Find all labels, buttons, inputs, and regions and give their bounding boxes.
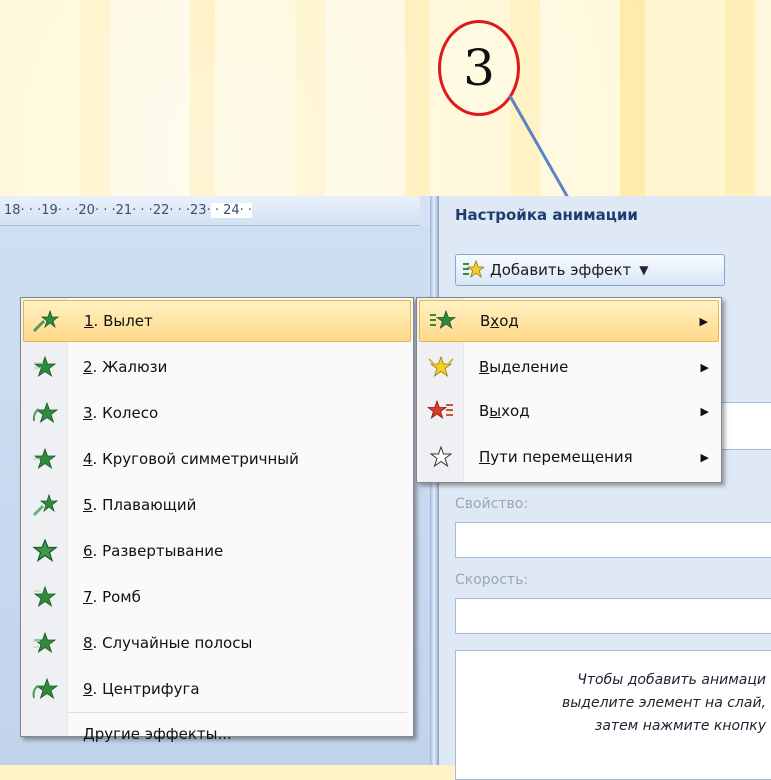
- menu-item-number: 9: [83, 680, 93, 698]
- hint-line-3: затем нажмите кнопку: [594, 718, 766, 734]
- menu-item-number: 6: [83, 542, 93, 560]
- menu-item-motion-paths[interactable]: Пути перемещения ▶: [419, 436, 719, 478]
- step-number-callout: 3: [438, 20, 520, 116]
- menu-item-number: 1: [84, 312, 94, 330]
- ruler-scale-highlight: · 24· ·: [210, 203, 253, 218]
- submenu-arrow-icon: ▶: [700, 404, 709, 418]
- menu-item-number: 2: [83, 358, 93, 376]
- submenu-arrow-icon: ▶: [700, 360, 709, 374]
- more-effects-label: Другие эффекты...: [83, 725, 232, 743]
- add-effect-label: Добавить эффект: [490, 261, 632, 279]
- random-bars-star-icon: [23, 631, 67, 655]
- menu-item-number: 7: [83, 588, 93, 606]
- menu-item-label: . Круговой симметричный: [92, 450, 299, 468]
- entrance-effects-menu: 1. Вылет 2. Жалюзи 3. Колесо 4. Круговой…: [20, 297, 414, 743]
- menu-item-emphasis[interactable]: Выделение ▶: [419, 346, 719, 388]
- property-label: Свойство:: [455, 496, 529, 512]
- menu-item-number: 3: [83, 404, 93, 422]
- add-effect-button[interactable]: Добавить эффект ▼: [455, 254, 725, 286]
- menu-item-expand[interactable]: 6. Развертывание: [23, 530, 411, 572]
- menu-item-number: 5: [83, 496, 93, 514]
- ruler-scale: 18· · ·19· · ·20· · ·21· · ·22· · ·23·: [4, 203, 211, 218]
- expand-star-icon: [23, 539, 67, 563]
- menu-item-label: . Вылет: [93, 312, 153, 330]
- menu-item-random-bars[interactable]: 8. Случайные полосы: [23, 622, 411, 664]
- menu-item-label: . Колесо: [92, 404, 159, 422]
- menu-item-label: . Центрифуга: [92, 680, 200, 698]
- chevron-down-icon: ▼: [639, 263, 649, 277]
- menu-item-spinner[interactable]: 9. Центрифуга: [23, 668, 411, 710]
- hint-line-1: Чтобы добавить анимаци: [577, 672, 766, 688]
- menu-item-circle[interactable]: 4. Круговой симметричный: [23, 438, 411, 480]
- pane-title: Настройка анимации: [455, 206, 638, 224]
- effect-category-menu: Вход ▶ Выделение ▶ Выход ▶ Пути перемеще…: [416, 297, 722, 483]
- submenu-arrow-icon: ▶: [699, 314, 708, 328]
- diamond-star-icon: [23, 585, 67, 609]
- step-number: 3: [463, 39, 495, 97]
- property-field[interactable]: [455, 522, 771, 558]
- menu-item-entrance[interactable]: Вход ▶: [419, 300, 719, 342]
- menu-item-number: 8: [83, 634, 93, 652]
- entrance-star-icon: [420, 310, 464, 332]
- motion-path-star-icon: [419, 445, 463, 469]
- menu-item-label: . Жалюзи: [92, 358, 168, 376]
- wheel-star-icon: [23, 401, 67, 425]
- menu-item-label: . Ромб: [92, 588, 141, 606]
- blinds-star-icon: [23, 355, 67, 379]
- menu-item-label: . Развертывание: [92, 542, 224, 560]
- horizontal-ruler: 18· · ·19· · ·20· · ·21· · ·22· · ·23· ·…: [0, 196, 420, 226]
- speed-field[interactable]: [455, 598, 771, 634]
- animation-hint-box: Чтобы добавить анимаци выделите элемент …: [455, 650, 771, 780]
- add-effect-star-icon: [463, 260, 484, 279]
- menu-item-label: . Плавающий: [92, 496, 197, 514]
- hint-line-2: выделите элемент на слай,: [562, 695, 766, 711]
- menu-item-fly-in[interactable]: 1. Вылет: [23, 300, 411, 342]
- menu-item-wheel[interactable]: 3. Колесо: [23, 392, 411, 434]
- menu-item-more-effects[interactable]: Другие эффекты...: [23, 714, 411, 754]
- circle-star-icon: [23, 447, 67, 471]
- menu-item-blinds[interactable]: 2. Жалюзи: [23, 346, 411, 388]
- menu-separator: [69, 712, 407, 713]
- menu-item-diamond[interactable]: 7. Ромб: [23, 576, 411, 618]
- float-star-icon: [23, 493, 67, 517]
- submenu-arrow-icon: ▶: [700, 450, 709, 464]
- menu-item-float[interactable]: 5. Плавающий: [23, 484, 411, 526]
- menu-item-exit[interactable]: Выход ▶: [419, 390, 719, 432]
- exit-star-icon: [419, 400, 463, 422]
- speed-label: Скорость:: [455, 572, 529, 588]
- emphasis-star-icon: [419, 355, 463, 379]
- menu-item-number: 4: [83, 450, 93, 468]
- fly-in-star-icon: [24, 309, 68, 333]
- spinner-star-icon: [23, 677, 67, 701]
- menu-item-label: . Случайные полосы: [92, 634, 253, 652]
